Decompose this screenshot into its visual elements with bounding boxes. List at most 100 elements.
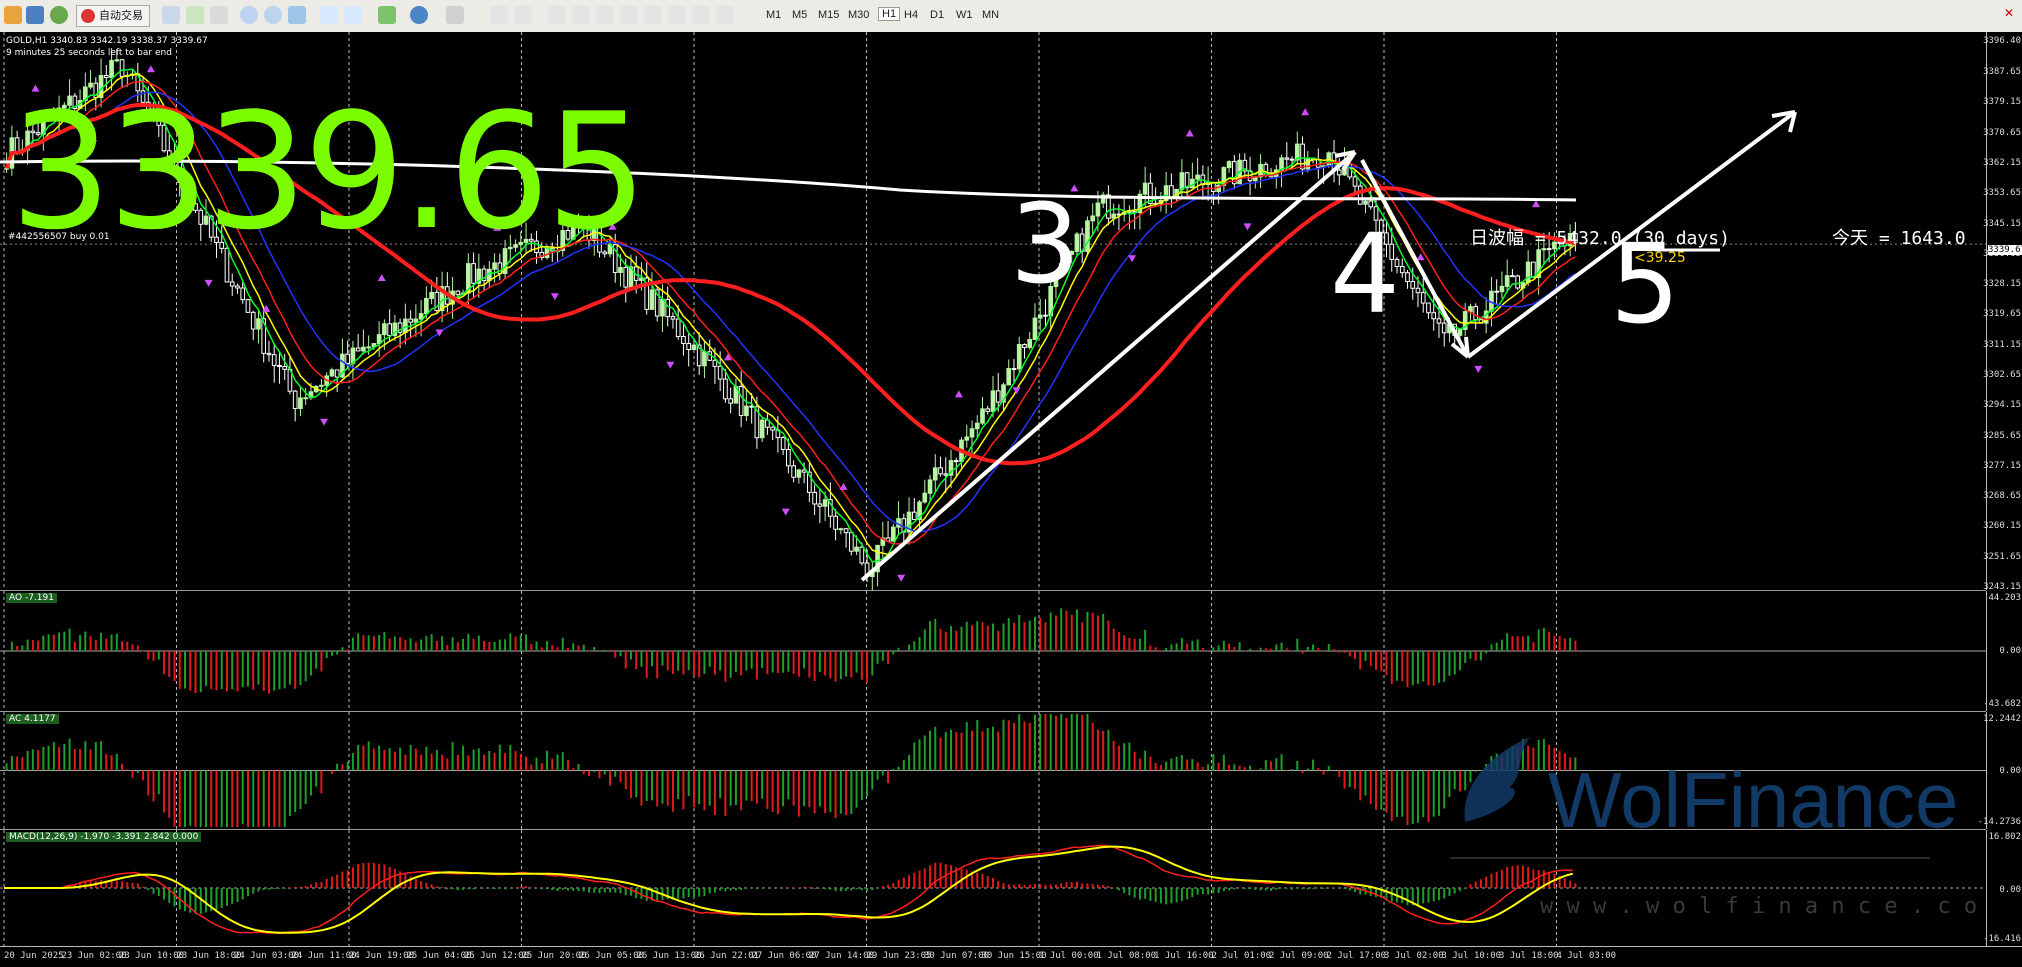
- bar-chart-icon[interactable]: [162, 6, 180, 24]
- fractal-down-marker: [666, 361, 675, 369]
- time-label: 30 Jun 15:00: [981, 951, 1047, 961]
- text-icon[interactable]: [668, 6, 686, 24]
- timeframe-h1[interactable]: H1: [878, 7, 901, 21]
- price-pane[interactable]: 345 GOLD,H1 3340.83 3342.19 3338.37 3339…: [0, 32, 1986, 590]
- arrows-icon[interactable]: [716, 6, 734, 24]
- fractal-down-marker: [320, 418, 329, 426]
- ao-pane[interactable]: AO -7.191: [0, 591, 1986, 711]
- fractal-down-marker: [1128, 255, 1137, 263]
- timeframe-m1[interactable]: M1: [766, 9, 781, 21]
- bull-candle: [1016, 344, 1022, 370]
- price-tick-label: 3319.65: [1983, 309, 2021, 320]
- cursor-icon[interactable]: [490, 6, 508, 24]
- time-label: 23 Jun 02:00: [61, 951, 127, 961]
- window-close-icon[interactable]: ✕: [2004, 6, 2014, 20]
- bear-candle: [1436, 318, 1442, 324]
- price-tick-label: 3387.65: [1983, 67, 2021, 78]
- timeframe-m30[interactable]: M30: [848, 9, 869, 21]
- bear-candle: [387, 323, 392, 337]
- fractal-down-marker: [1243, 223, 1252, 231]
- market-watch-icon[interactable]: [50, 6, 68, 24]
- bull-candle: [361, 346, 366, 352]
- ao-label: AO -7.191: [6, 593, 57, 603]
- time-label: 27 Jun 06:00: [751, 951, 817, 961]
- wolf-logo: [1455, 732, 1545, 832]
- macd-chart: [0, 830, 1986, 946]
- bear-candle: [681, 336, 686, 344]
- time-label: 25 Jun 20:00: [521, 951, 587, 961]
- indicators-icon[interactable]: [378, 6, 396, 24]
- timeframe-d1[interactable]: D1: [930, 9, 944, 21]
- templates-icon[interactable]: [446, 6, 464, 24]
- bull-candle: [256, 318, 261, 330]
- time-axis[interactable]: 20 Jun 2025 23 Jun 02:00 23 Jun 10:00 23 Ju…: [0, 946, 2022, 967]
- bear-candle: [355, 347, 361, 352]
- bull-candle: [618, 267, 623, 273]
- bear-candle: [471, 263, 476, 284]
- bear-candle: [943, 473, 949, 476]
- periods-icon[interactable]: [410, 6, 428, 24]
- vertical-line-icon[interactable]: [548, 6, 566, 24]
- bear-candle: [938, 467, 943, 475]
- bear-candle: [1410, 281, 1416, 289]
- bear-candle: [670, 316, 676, 320]
- fractal-up-marker: [146, 65, 155, 73]
- auto-trading-button[interactable]: 自动交易: [76, 5, 150, 27]
- macd-pane[interactable]: MACD(12,26,9) -1.970 -3.391 2.842 0.000 …: [0, 830, 2004, 946]
- price-tick-label: 3345.15: [1983, 218, 2021, 229]
- ao-axis-min: -43.682: [1983, 699, 2021, 709]
- bear-candle: [1284, 157, 1290, 160]
- price-tick-label: 3285.65: [1983, 430, 2021, 441]
- bull-candle: [382, 323, 387, 336]
- bear-candle: [791, 465, 796, 478]
- candlestick-icon[interactable]: [186, 6, 204, 24]
- bull-candle: [109, 60, 114, 79]
- trendline-icon[interactable]: [596, 6, 614, 24]
- bear-candle: [235, 285, 240, 289]
- time-label: 23 Jun 18:00: [176, 951, 242, 961]
- timeframe-m15[interactable]: M15: [818, 9, 839, 21]
- time-label: 23 Jun 10:00: [119, 951, 185, 961]
- bull-candle: [1195, 174, 1200, 180]
- bear-candle: [1300, 143, 1305, 170]
- fibonacci-icon[interactable]: [644, 6, 662, 24]
- timeframe-w1[interactable]: W1: [956, 9, 973, 21]
- fractal-down-marker: [550, 293, 559, 301]
- timeframe-m5[interactable]: M5: [792, 9, 807, 21]
- channel-icon[interactable]: [620, 6, 638, 24]
- bull-candle: [1032, 317, 1038, 341]
- symbol-info: GOLD,H1 3340.83 3342.19 3338.37 3339.67: [6, 36, 208, 46]
- label-icon[interactable]: [692, 6, 710, 24]
- bear-candle: [1022, 344, 1027, 348]
- macd-axis-min: -16.416: [1983, 934, 2021, 944]
- macd-axis-zero: 0.00: [1999, 885, 2021, 895]
- auto-scroll-icon[interactable]: [320, 6, 338, 24]
- line-chart-icon[interactable]: [210, 6, 228, 24]
- timeframe-h4[interactable]: H4: [904, 9, 918, 21]
- bull-candle: [1090, 215, 1096, 222]
- chart-shift-icon[interactable]: [344, 6, 362, 24]
- bear-candle: [250, 311, 256, 330]
- bear-candle: [1357, 185, 1363, 205]
- fractal-down-marker: [897, 574, 906, 582]
- profiles-icon[interactable]: [26, 6, 44, 24]
- bull-candle: [1095, 202, 1101, 217]
- bull-candle: [1027, 339, 1033, 348]
- ac-pane[interactable]: AC 4.1177 WolFinance: [0, 712, 1986, 840]
- new-chart-icon[interactable]: [4, 6, 22, 24]
- horizontal-line-icon[interactable]: [572, 6, 590, 24]
- bear-candle: [833, 515, 838, 530]
- zoom-out-icon[interactable]: [264, 6, 282, 24]
- fractal-up-marker: [839, 482, 848, 490]
- ao-axis-max: 44.203: [1988, 593, 2021, 603]
- timeframe-mn[interactable]: MN: [982, 9, 999, 21]
- fractal-up-marker: [1301, 108, 1310, 116]
- zoom-in-icon[interactable]: [240, 6, 258, 24]
- price-marker-text: <39.25: [1634, 250, 1686, 266]
- price-axis[interactable]: 3396.40 3387.65 3379.15 3370.65 3362.15 3353.…: [1983, 32, 2022, 592]
- bull-candle: [429, 291, 434, 299]
- bear-candle: [1441, 322, 1447, 334]
- crosshair-icon[interactable]: [514, 6, 532, 24]
- tile-windows-icon[interactable]: [288, 6, 306, 24]
- bear-candle: [334, 369, 340, 378]
